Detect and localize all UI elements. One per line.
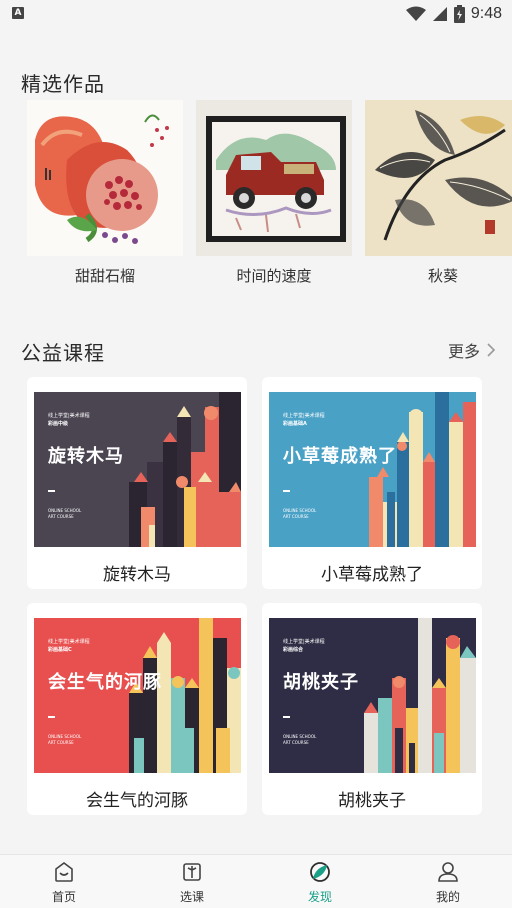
poster-level: 彩画中级 xyxy=(48,421,69,427)
work-caption: 时间的速度 xyxy=(236,267,312,285)
nav-tab-profile[interactable]: 我的 xyxy=(416,855,480,908)
course-card-pufferfish[interactable]: 线上学堂|美术课程 彩画基础C 会生气的河豚 ONLINE SCHOOL ART … xyxy=(27,603,247,815)
poster-level: 彩画综合 xyxy=(283,647,304,653)
poster-subtitle: 线上学堂|美术课程 xyxy=(283,413,325,419)
work-thumbnail[interactable] xyxy=(196,100,352,256)
poster-footer: ONLINE SCHOOL ART COURSE xyxy=(283,734,317,745)
poster-title: 会生气的河豚 xyxy=(48,672,162,693)
nav-tab-courses[interactable]: 选课 xyxy=(160,855,224,908)
poster-footer: ONLINE SCHOOL ART COURSE xyxy=(48,508,82,519)
poster-subtitle: 线上学堂|美术课程 xyxy=(48,639,90,645)
work-thumbnail[interactable] xyxy=(27,100,183,256)
battery-icon xyxy=(453,5,465,23)
course-card-nutcracker[interactable]: 线上学堂|美术课程 彩画综合 胡桃夹子 ONLINE SCHOOL ART COU… xyxy=(262,603,482,815)
profile-icon xyxy=(438,862,458,882)
notification-badge: A xyxy=(12,7,24,19)
course-caption: 会生气的河豚 xyxy=(86,791,188,811)
more-courses-link[interactable]: 更多 xyxy=(448,338,496,362)
home-icon xyxy=(55,862,73,882)
nav-tab-home[interactable]: 首页 xyxy=(32,855,96,908)
course-poster[interactable]: 线上学堂|美术课程 彩画综合 胡桃夹子 ONLINE SCHOOL ART COU… xyxy=(269,618,476,773)
clock: 9:48 xyxy=(470,5,502,22)
work-thumbnail[interactable] xyxy=(365,100,512,256)
status-bar: A 9:48 xyxy=(0,0,512,28)
course-caption: 小草莓成熟了 xyxy=(321,565,423,585)
nav-label: 我的 xyxy=(435,890,460,904)
course-card-strawberry[interactable]: 线上学堂|美术课程 彩画基础A 小草莓成熟了 ONLINE SCHOOL ART … xyxy=(262,377,482,589)
poster-title: 旋转木马 xyxy=(48,446,124,467)
poster-dash xyxy=(48,490,55,492)
nav-label: 选课 xyxy=(179,890,204,904)
chevron-right-icon xyxy=(487,343,496,357)
work-card-pomegranate[interactable]: 甜甜石榴 xyxy=(27,100,183,286)
nav-tab-discover[interactable]: 发现 xyxy=(288,855,352,908)
course-caption: 旋转木马 xyxy=(103,565,171,585)
work-card-okra[interactable]: 秋葵 xyxy=(365,100,512,286)
nav-label: 首页 xyxy=(51,890,76,904)
signal-icon xyxy=(432,7,447,21)
featured-section-title: 精选作品 xyxy=(21,72,105,96)
poster-footer: ONLINE SCHOOL ART COURSE xyxy=(48,734,82,745)
work-caption: 甜甜石榴 xyxy=(74,267,135,285)
poster-dash xyxy=(48,716,55,718)
course-caption: 胡桃夹子 xyxy=(338,791,406,811)
course-poster[interactable]: 线上学堂|美术课程 彩画中级 旋转木马 ONLINE SCHOOL ART COU… xyxy=(34,392,241,547)
poster-footer: ONLINE SCHOOL ART COURSE xyxy=(283,508,317,519)
wifi-icon xyxy=(405,6,426,21)
nav-label: 发现 xyxy=(307,890,332,904)
more-label: 更多 xyxy=(447,342,480,361)
poster-dash xyxy=(283,716,290,718)
discover-icon xyxy=(310,862,330,882)
poster-subtitle: 线上学堂|美术课程 xyxy=(283,639,325,645)
bottom-navigation: 首页 选课 发现 我的 xyxy=(0,854,512,908)
poster-level: 彩画基础C xyxy=(48,647,72,653)
poster-dash xyxy=(283,490,290,492)
work-caption: 秋葵 xyxy=(427,267,458,285)
featured-works-list[interactable]: 甜甜石榴 时间的速度 秋葵 xyxy=(27,100,512,290)
course-card-carousel[interactable]: 线上学堂|美术课程 彩画中级 旋转木马 ONLINE SCHOOL ART COU… xyxy=(27,377,247,589)
book-icon xyxy=(183,863,201,881)
course-poster[interactable]: 线上学堂|美术课程 彩画基础A 小草莓成熟了 ONLINE SCHOOL ART … xyxy=(269,392,476,547)
poster-title: 小草莓成熟了 xyxy=(283,446,397,467)
poster-level: 彩画基础A xyxy=(283,421,307,427)
poster-title: 胡桃夹子 xyxy=(283,672,359,693)
poster-subtitle: 线上学堂|美术课程 xyxy=(48,413,90,419)
courses-section-title: 公益课程 xyxy=(21,341,105,365)
course-poster[interactable]: 线上学堂|美术课程 彩画基础C 会生气的河豚 ONLINE SCHOOL ART … xyxy=(34,618,241,773)
work-card-vintage-car[interactable]: 时间的速度 xyxy=(196,100,352,286)
